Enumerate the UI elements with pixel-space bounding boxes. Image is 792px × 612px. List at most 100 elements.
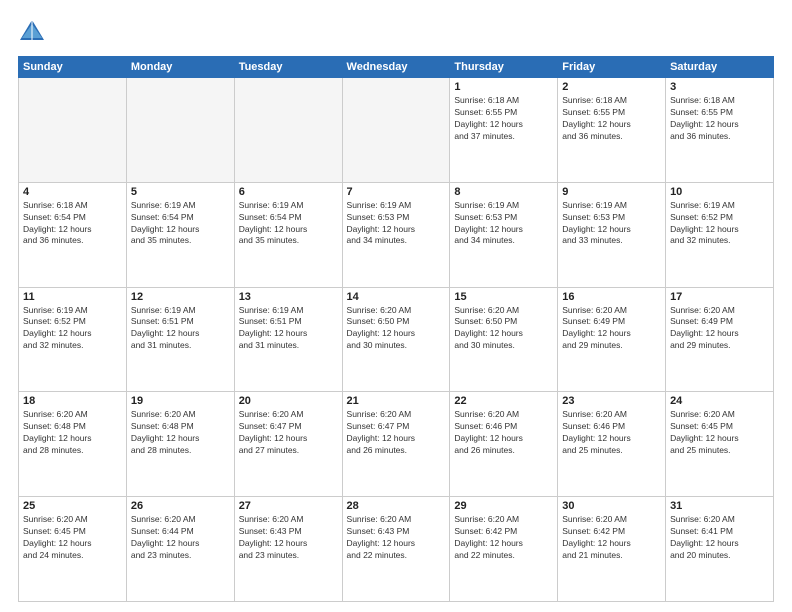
- day-detail: Sunrise: 6:18 AM Sunset: 6:55 PM Dayligh…: [670, 95, 769, 143]
- weekday-row: SundayMondayTuesdayWednesdayThursdayFrid…: [19, 57, 774, 78]
- calendar-cell: 4 Sunrise: 6:18 AM Sunset: 6:54 PM Daylig…: [19, 182, 127, 287]
- day-number: 20: [239, 395, 338, 407]
- day-number: 14: [347, 291, 446, 303]
- day-number: 21: [347, 395, 446, 407]
- day-number: 6: [239, 186, 338, 198]
- calendar-cell: 21 Sunrise: 6:20 AM Sunset: 6:47 PM Dayli…: [342, 392, 450, 497]
- day-detail: Sunrise: 6:20 AM Sunset: 6:42 PM Dayligh…: [562, 514, 661, 562]
- day-number: 11: [23, 291, 122, 303]
- page: SundayMondayTuesdayWednesdayThursdayFrid…: [0, 0, 792, 612]
- week-row-3: 11 Sunrise: 6:19 AM Sunset: 6:52 PM Dayli…: [19, 287, 774, 392]
- day-number: 22: [454, 395, 553, 407]
- logo-icon: [18, 18, 46, 46]
- calendar-cell: 16 Sunrise: 6:20 AM Sunset: 6:49 PM Dayli…: [558, 287, 666, 392]
- calendar-cell: 9 Sunrise: 6:19 AM Sunset: 6:53 PM Daylig…: [558, 182, 666, 287]
- calendar-table: SundayMondayTuesdayWednesdayThursdayFrid…: [18, 56, 774, 602]
- weekday-header-friday: Friday: [558, 57, 666, 78]
- day-detail: Sunrise: 6:20 AM Sunset: 6:45 PM Dayligh…: [670, 409, 769, 457]
- calendar-cell: 11 Sunrise: 6:19 AM Sunset: 6:52 PM Dayli…: [19, 287, 127, 392]
- calendar-cell: 31 Sunrise: 6:20 AM Sunset: 6:41 PM Dayli…: [666, 497, 774, 602]
- weekday-header-monday: Monday: [126, 57, 234, 78]
- day-number: 13: [239, 291, 338, 303]
- day-detail: Sunrise: 6:20 AM Sunset: 6:46 PM Dayligh…: [454, 409, 553, 457]
- day-number: 15: [454, 291, 553, 303]
- calendar-cell: 26 Sunrise: 6:20 AM Sunset: 6:44 PM Dayli…: [126, 497, 234, 602]
- day-detail: Sunrise: 6:19 AM Sunset: 6:54 PM Dayligh…: [131, 200, 230, 248]
- day-number: 24: [670, 395, 769, 407]
- day-number: 29: [454, 500, 553, 512]
- day-detail: Sunrise: 6:20 AM Sunset: 6:46 PM Dayligh…: [562, 409, 661, 457]
- day-detail: Sunrise: 6:20 AM Sunset: 6:50 PM Dayligh…: [347, 305, 446, 353]
- calendar-cell: 10Sunrise: 6:19 AM Sunset: 6:52 PM Dayli…: [666, 182, 774, 287]
- day-detail: Sunrise: 6:19 AM Sunset: 6:52 PM Dayligh…: [23, 305, 122, 353]
- day-number: 3: [670, 81, 769, 93]
- day-number: 1: [454, 81, 553, 93]
- day-number: 10: [670, 186, 769, 198]
- calendar-cell: 28 Sunrise: 6:20 AM Sunset: 6:43 PM Dayli…: [342, 497, 450, 602]
- day-detail: Sunrise: 6:20 AM Sunset: 6:47 PM Dayligh…: [347, 409, 446, 457]
- logo: [18, 18, 50, 46]
- day-number: 5: [131, 186, 230, 198]
- week-row-5: 25 Sunrise: 6:20 AM Sunset: 6:45 PM Dayli…: [19, 497, 774, 602]
- day-number: 12: [131, 291, 230, 303]
- calendar-cell: 6 Sunrise: 6:19 AM Sunset: 6:54 PM Daylig…: [234, 182, 342, 287]
- day-number: 23: [562, 395, 661, 407]
- calendar-body: 1 Sunrise: 6:18 AM Sunset: 6:55 PM Daylig…: [19, 78, 774, 602]
- week-row-4: 18 Sunrise: 6:20 AM Sunset: 6:48 PM Dayli…: [19, 392, 774, 497]
- day-number: 28: [347, 500, 446, 512]
- day-detail: Sunrise: 6:20 AM Sunset: 6:44 PM Dayligh…: [131, 514, 230, 562]
- header: [18, 18, 774, 46]
- calendar-cell: [342, 78, 450, 183]
- day-number: 9: [562, 186, 661, 198]
- day-number: 8: [454, 186, 553, 198]
- day-number: 27: [239, 500, 338, 512]
- calendar-cell: [234, 78, 342, 183]
- day-detail: Sunrise: 6:19 AM Sunset: 6:53 PM Dayligh…: [562, 200, 661, 248]
- calendar-cell: 15 Sunrise: 6:20 AM Sunset: 6:50 PM Dayli…: [450, 287, 558, 392]
- day-number: 25: [23, 500, 122, 512]
- day-detail: Sunrise: 6:19 AM Sunset: 6:51 PM Dayligh…: [131, 305, 230, 353]
- day-number: 30: [562, 500, 661, 512]
- day-detail: Sunrise: 6:20 AM Sunset: 6:49 PM Dayligh…: [562, 305, 661, 353]
- day-detail: Sunrise: 6:20 AM Sunset: 6:43 PM Dayligh…: [347, 514, 446, 562]
- day-detail: Sunrise: 6:20 AM Sunset: 6:49 PM Dayligh…: [670, 305, 769, 353]
- weekday-header-saturday: Saturday: [666, 57, 774, 78]
- week-row-1: 1 Sunrise: 6:18 AM Sunset: 6:55 PM Daylig…: [19, 78, 774, 183]
- day-number: 7: [347, 186, 446, 198]
- day-number: 18: [23, 395, 122, 407]
- calendar-cell: 12 Sunrise: 6:19 AM Sunset: 6:51 PM Dayli…: [126, 287, 234, 392]
- calendar-cell: 5 Sunrise: 6:19 AM Sunset: 6:54 PM Daylig…: [126, 182, 234, 287]
- day-detail: Sunrise: 6:19 AM Sunset: 6:51 PM Dayligh…: [239, 305, 338, 353]
- calendar-cell: 19 Sunrise: 6:20 AM Sunset: 6:48 PM Dayli…: [126, 392, 234, 497]
- day-detail: Sunrise: 6:19 AM Sunset: 6:53 PM Dayligh…: [347, 200, 446, 248]
- calendar-cell: 18 Sunrise: 6:20 AM Sunset: 6:48 PM Dayli…: [19, 392, 127, 497]
- day-detail: Sunrise: 6:20 AM Sunset: 6:41 PM Dayligh…: [670, 514, 769, 562]
- calendar-cell: 14 Sunrise: 6:20 AM Sunset: 6:50 PM Dayli…: [342, 287, 450, 392]
- calendar-cell: 1 Sunrise: 6:18 AM Sunset: 6:55 PM Daylig…: [450, 78, 558, 183]
- day-detail: Sunrise: 6:19 AM Sunset: 6:54 PM Dayligh…: [239, 200, 338, 248]
- day-detail: Sunrise: 6:18 AM Sunset: 6:55 PM Dayligh…: [562, 95, 661, 143]
- calendar-cell: 22 Sunrise: 6:20 AM Sunset: 6:46 PM Dayli…: [450, 392, 558, 497]
- day-detail: Sunrise: 6:20 AM Sunset: 6:48 PM Dayligh…: [131, 409, 230, 457]
- day-detail: Sunrise: 6:20 AM Sunset: 6:45 PM Dayligh…: [23, 514, 122, 562]
- weekday-header-wednesday: Wednesday: [342, 57, 450, 78]
- day-number: 16: [562, 291, 661, 303]
- day-detail: Sunrise: 6:19 AM Sunset: 6:53 PM Dayligh…: [454, 200, 553, 248]
- day-detail: Sunrise: 6:18 AM Sunset: 6:55 PM Dayligh…: [454, 95, 553, 143]
- calendar-cell: 8 Sunrise: 6:19 AM Sunset: 6:53 PM Daylig…: [450, 182, 558, 287]
- calendar-cell: 3 Sunrise: 6:18 AM Sunset: 6:55 PM Daylig…: [666, 78, 774, 183]
- day-detail: Sunrise: 6:18 AM Sunset: 6:54 PM Dayligh…: [23, 200, 122, 248]
- weekday-header-tuesday: Tuesday: [234, 57, 342, 78]
- day-detail: Sunrise: 6:20 AM Sunset: 6:50 PM Dayligh…: [454, 305, 553, 353]
- day-number: 4: [23, 186, 122, 198]
- day-detail: Sunrise: 6:20 AM Sunset: 6:48 PM Dayligh…: [23, 409, 122, 457]
- calendar-cell: 20Sunrise: 6:20 AM Sunset: 6:47 PM Dayli…: [234, 392, 342, 497]
- day-detail: Sunrise: 6:20 AM Sunset: 6:43 PM Dayligh…: [239, 514, 338, 562]
- day-number: 31: [670, 500, 769, 512]
- calendar-cell: [126, 78, 234, 183]
- calendar-header: SundayMondayTuesdayWednesdayThursdayFrid…: [19, 57, 774, 78]
- calendar-cell: 24 Sunrise: 6:20 AM Sunset: 6:45 PM Dayli…: [666, 392, 774, 497]
- day-number: 26: [131, 500, 230, 512]
- day-number: 2: [562, 81, 661, 93]
- day-number: 19: [131, 395, 230, 407]
